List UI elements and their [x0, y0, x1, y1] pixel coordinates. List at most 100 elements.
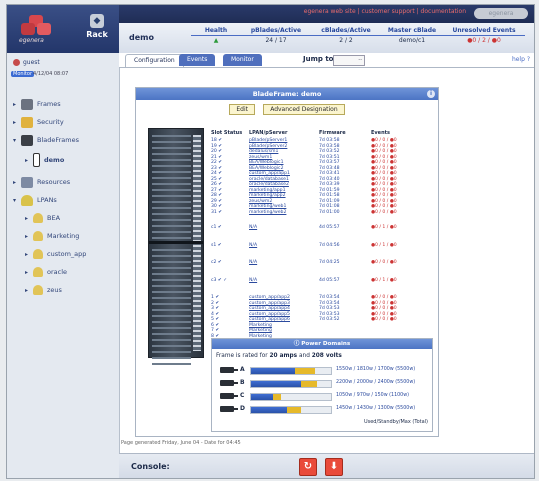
blade-row[interactable]: c2 ✔ N/A 7d 04:25 ●0 / 0 / ●0 — [211, 260, 434, 265]
blade-row[interactable]: c1 ✔ N/A 4d 05:57 ●0 / 1 / ●0 — [211, 225, 434, 230]
blade-row[interactable]: 7 ✔ Marketing — [211, 328, 434, 333]
top-links[interactable]: egenera web site | customer support | do… — [304, 8, 466, 15]
help-link[interactable]: help ? — [512, 56, 530, 63]
power-domain-values: 1450w / 1430w / 1300w (5500w) — [336, 406, 416, 411]
chassis-slot — [152, 249, 191, 251]
blade-row[interactable]: 25 ✔ oracle/database1 7d 03:40 ●0 / 0 / ●0 — [211, 177, 434, 182]
tree-item-frames[interactable]: ▸ Frames — [13, 97, 61, 111]
blade-row[interactable]: 29 ✔ zeus/wm2 7d 01:09 ●0 / 0 / ●0 — [211, 199, 434, 204]
blade-row[interactable]: 1 ✔ custom_app/app2 7d 03:54 ●0 / 0 / ●0 — [211, 295, 434, 300]
blade-row[interactable]: 31 ✔ marketing/web2 7d 01:00 ●0 / 0 / ●0 — [211, 210, 434, 215]
edit-button[interactable]: Edit — [229, 104, 255, 115]
blade-row[interactable]: 22 ✔ BEA/Weblogic1 7d 03:57 ●0 / 0 / ●0 — [211, 160, 434, 165]
expand-arrow-icon[interactable]: ▸ — [13, 119, 19, 126]
tree-item-bladeframes[interactable]: ▾ BladeFrames — [13, 133, 79, 147]
tree-item-lpans[interactable]: ▾ LPANs — [13, 193, 57, 207]
tree-item-bea[interactable]: ▸ BEA — [25, 211, 60, 225]
blade-row[interactable]: 18 ✔ pBlade/pServer1 7d 03:58 ●0 / 0 / ●0 — [211, 138, 434, 143]
power-standby-fill — [295, 368, 315, 374]
blade-events: ●0 / 0 / ●0 — [371, 176, 397, 182]
expand-arrow-icon[interactable]: ▸ — [25, 269, 31, 276]
download-button[interactable]: ⬇ — [325, 458, 343, 476]
blade-lpan-link[interactable]: Marketing — [249, 328, 272, 333]
blade-row[interactable]: 24 ✔ custom_app/app1 7d 03:41 ●0 / 0 / ●0 — [211, 171, 434, 176]
advanced-designation-button[interactable]: Advanced Designation — [263, 104, 345, 115]
jump-to-select[interactable]: -- — [333, 55, 365, 66]
collapse-arrow-icon[interactable]: ▾ — [13, 197, 19, 204]
tree-item-zeus[interactable]: ▸ zeus — [25, 283, 62, 297]
tree-item-oracle[interactable]: ▸ oracle — [25, 265, 67, 279]
expand-arrow-icon[interactable]: ▸ — [13, 101, 19, 108]
blade-lpan-link[interactable]: dedalus/sm1 — [249, 149, 278, 154]
blade-events: ●0 / 0 / ●0 — [371, 295, 397, 300]
blade-row[interactable]: 21 ✔ zeus/wm1 7d 03:51 ●0 / 0 / ●0 — [211, 155, 434, 160]
blade-lpan-link[interactable]: pBlade/pServer2 — [249, 144, 287, 149]
tree-item-security[interactable]: ▸ Security — [13, 115, 64, 129]
expand-arrow-icon[interactable]: ▸ — [13, 179, 19, 186]
blade-row[interactable]: 28 ✔ marketing/app2 7d 01:58 ●0 / 0 / ●0 — [211, 193, 434, 198]
blade-firmware: 7d 03:54 — [319, 300, 340, 306]
blade-lpan-link[interactable]: custom_app/app5 — [249, 312, 290, 317]
refresh-button[interactable]: ↻ — [299, 458, 317, 476]
tree-item-custom-app[interactable]: ▸ custom_app — [25, 247, 86, 261]
blade-lpan-link[interactable]: N/A — [249, 243, 257, 248]
expand-arrow-icon[interactable]: ▸ — [25, 287, 31, 294]
blade-lpan-link[interactable]: marketing/web1 — [249, 204, 286, 209]
tab-monitor[interactable]: Monitor — [223, 54, 262, 66]
blade-lpan-link[interactable]: custom_app/app4 — [249, 306, 290, 311]
blade-lpan-link[interactable]: zeus/wm2 — [249, 199, 272, 204]
blade-lpan-link[interactable]: N/A — [249, 278, 257, 283]
blade-row[interactable]: 30 ✔ marketing/web1 7d 01:08 ●0 / 0 / ●0 — [211, 204, 434, 209]
chassis-slot — [152, 357, 191, 359]
blade-row[interactable]: 4 ✔ custom_app/app5 7d 03:53 ●0 / 0 / ●0 — [211, 312, 434, 317]
collapse-arrow-icon[interactable]: ▾ — [13, 137, 19, 144]
blade-lpan-link[interactable]: zeus/wm1 — [249, 155, 272, 160]
blade-lpan-link[interactable]: custom_app/app1 — [249, 171, 290, 176]
chassis-divider — [149, 241, 203, 244]
blade-row[interactable]: 26 ✔ oracle/database2 7d 03:39 ●0 / 0 / ●0 — [211, 182, 434, 187]
blade-lpan-link[interactable]: pBlade/pServer1 — [249, 138, 287, 143]
tree-item-demo[interactable]: ▸ demo — [25, 153, 64, 167]
blade-lpan-link[interactable]: marketing/web2 — [249, 210, 286, 215]
blade-lpan-link[interactable]: custom_app/app3 — [249, 301, 290, 306]
blade-row[interactable]: 6 ✔ Marketing — [211, 323, 434, 328]
chassis-slot — [152, 345, 191, 347]
blade-lpan-link[interactable]: custom_app/app6 — [249, 317, 290, 322]
power-domain-row: D 1450w / 1430w / 1300w (5500w) — [220, 405, 430, 414]
tab-configuration[interactable]: Configuration — [125, 54, 184, 67]
info-icon[interactable]: i — [427, 90, 435, 98]
blade-lpan-link[interactable]: BEA/Weblogic1 — [249, 160, 284, 165]
blade-lpan-link[interactable]: marketing/app2 — [249, 193, 286, 198]
blade-row[interactable]: c3 ✔ ✓ N/A 4d 05:57 ●0 / 1 / ●0 — [211, 278, 434, 283]
blade-lpan-link[interactable]: N/A — [249, 260, 257, 265]
blade-lpan-link[interactable]: BEA/Weblogic2 — [249, 166, 284, 171]
blade-row[interactable]: 2 ✔ custom_app/app3 7d 03:54 ●0 / 0 / ●0 — [211, 301, 434, 306]
blade-firmware: 7d 03:39 — [319, 182, 340, 187]
expand-arrow-icon[interactable]: ▸ — [25, 215, 31, 222]
blade-lpan-link[interactable]: Marketing — [249, 323, 272, 328]
expand-arrow-icon[interactable]: ▸ — [25, 157, 31, 164]
blade-row[interactable]: 5 ✔ custom_app/app6 7d 03:52 ●0 / 0 / ●0 — [211, 317, 434, 322]
blade-row[interactable]: 27 ✔ marketing/app1 7d 01:59 ●0 / 0 / ●0 — [211, 188, 434, 193]
rack-button[interactable]: ◆ Rack — [79, 14, 115, 39]
blade-lpan-link[interactable]: oracle/database2 — [249, 182, 289, 187]
blade-lpan-link[interactable]: N/A — [249, 225, 257, 230]
blade-lpan-link[interactable]: oracle/database1 — [249, 177, 289, 182]
blade-row[interactable]: 20 ✔ dedalus/sm1 7d 03:52 ●0 / 0 / ●0 — [211, 149, 434, 154]
blade-slot: 27 ✔ — [211, 187, 223, 193]
stat-unresolved-events[interactable]: Unresolved Events ●0 / 2 / ●0 — [443, 27, 525, 44]
blade-row[interactable]: 23 ✔ BEA/Weblogic2 7d 03:48 ●0 / 0 / ●0 — [211, 166, 434, 171]
egenera-pill[interactable]: egenera — [474, 8, 528, 19]
tree-item-marketing[interactable]: ▸ Marketing — [25, 229, 79, 243]
blade-lpan-link[interactable]: custom_app/app2 — [249, 295, 290, 300]
tree-item-resources[interactable]: ▸ Resources — [13, 175, 70, 189]
blade-lpan-link[interactable]: marketing/app1 — [249, 188, 286, 193]
expand-arrow-icon[interactable]: ▸ — [25, 251, 31, 258]
blade-row[interactable]: 19 ✔ pBlade/pServer2 7d 03:58 ●0 / 0 / ●0 — [211, 144, 434, 149]
power-standby-fill — [273, 394, 282, 400]
tab-events[interactable]: Events — [179, 54, 216, 66]
blade-row[interactable]: 3 ✔ custom_app/app4 7d 03:53 ●0 / 0 / ●0 — [211, 306, 434, 311]
blade-firmware: 7d 03:52 — [319, 149, 340, 154]
expand-arrow-icon[interactable]: ▸ — [25, 233, 31, 240]
blade-row[interactable]: s1 ✔ N/A 7d 04:56 ●0 / 1 / ●0 — [211, 243, 434, 248]
